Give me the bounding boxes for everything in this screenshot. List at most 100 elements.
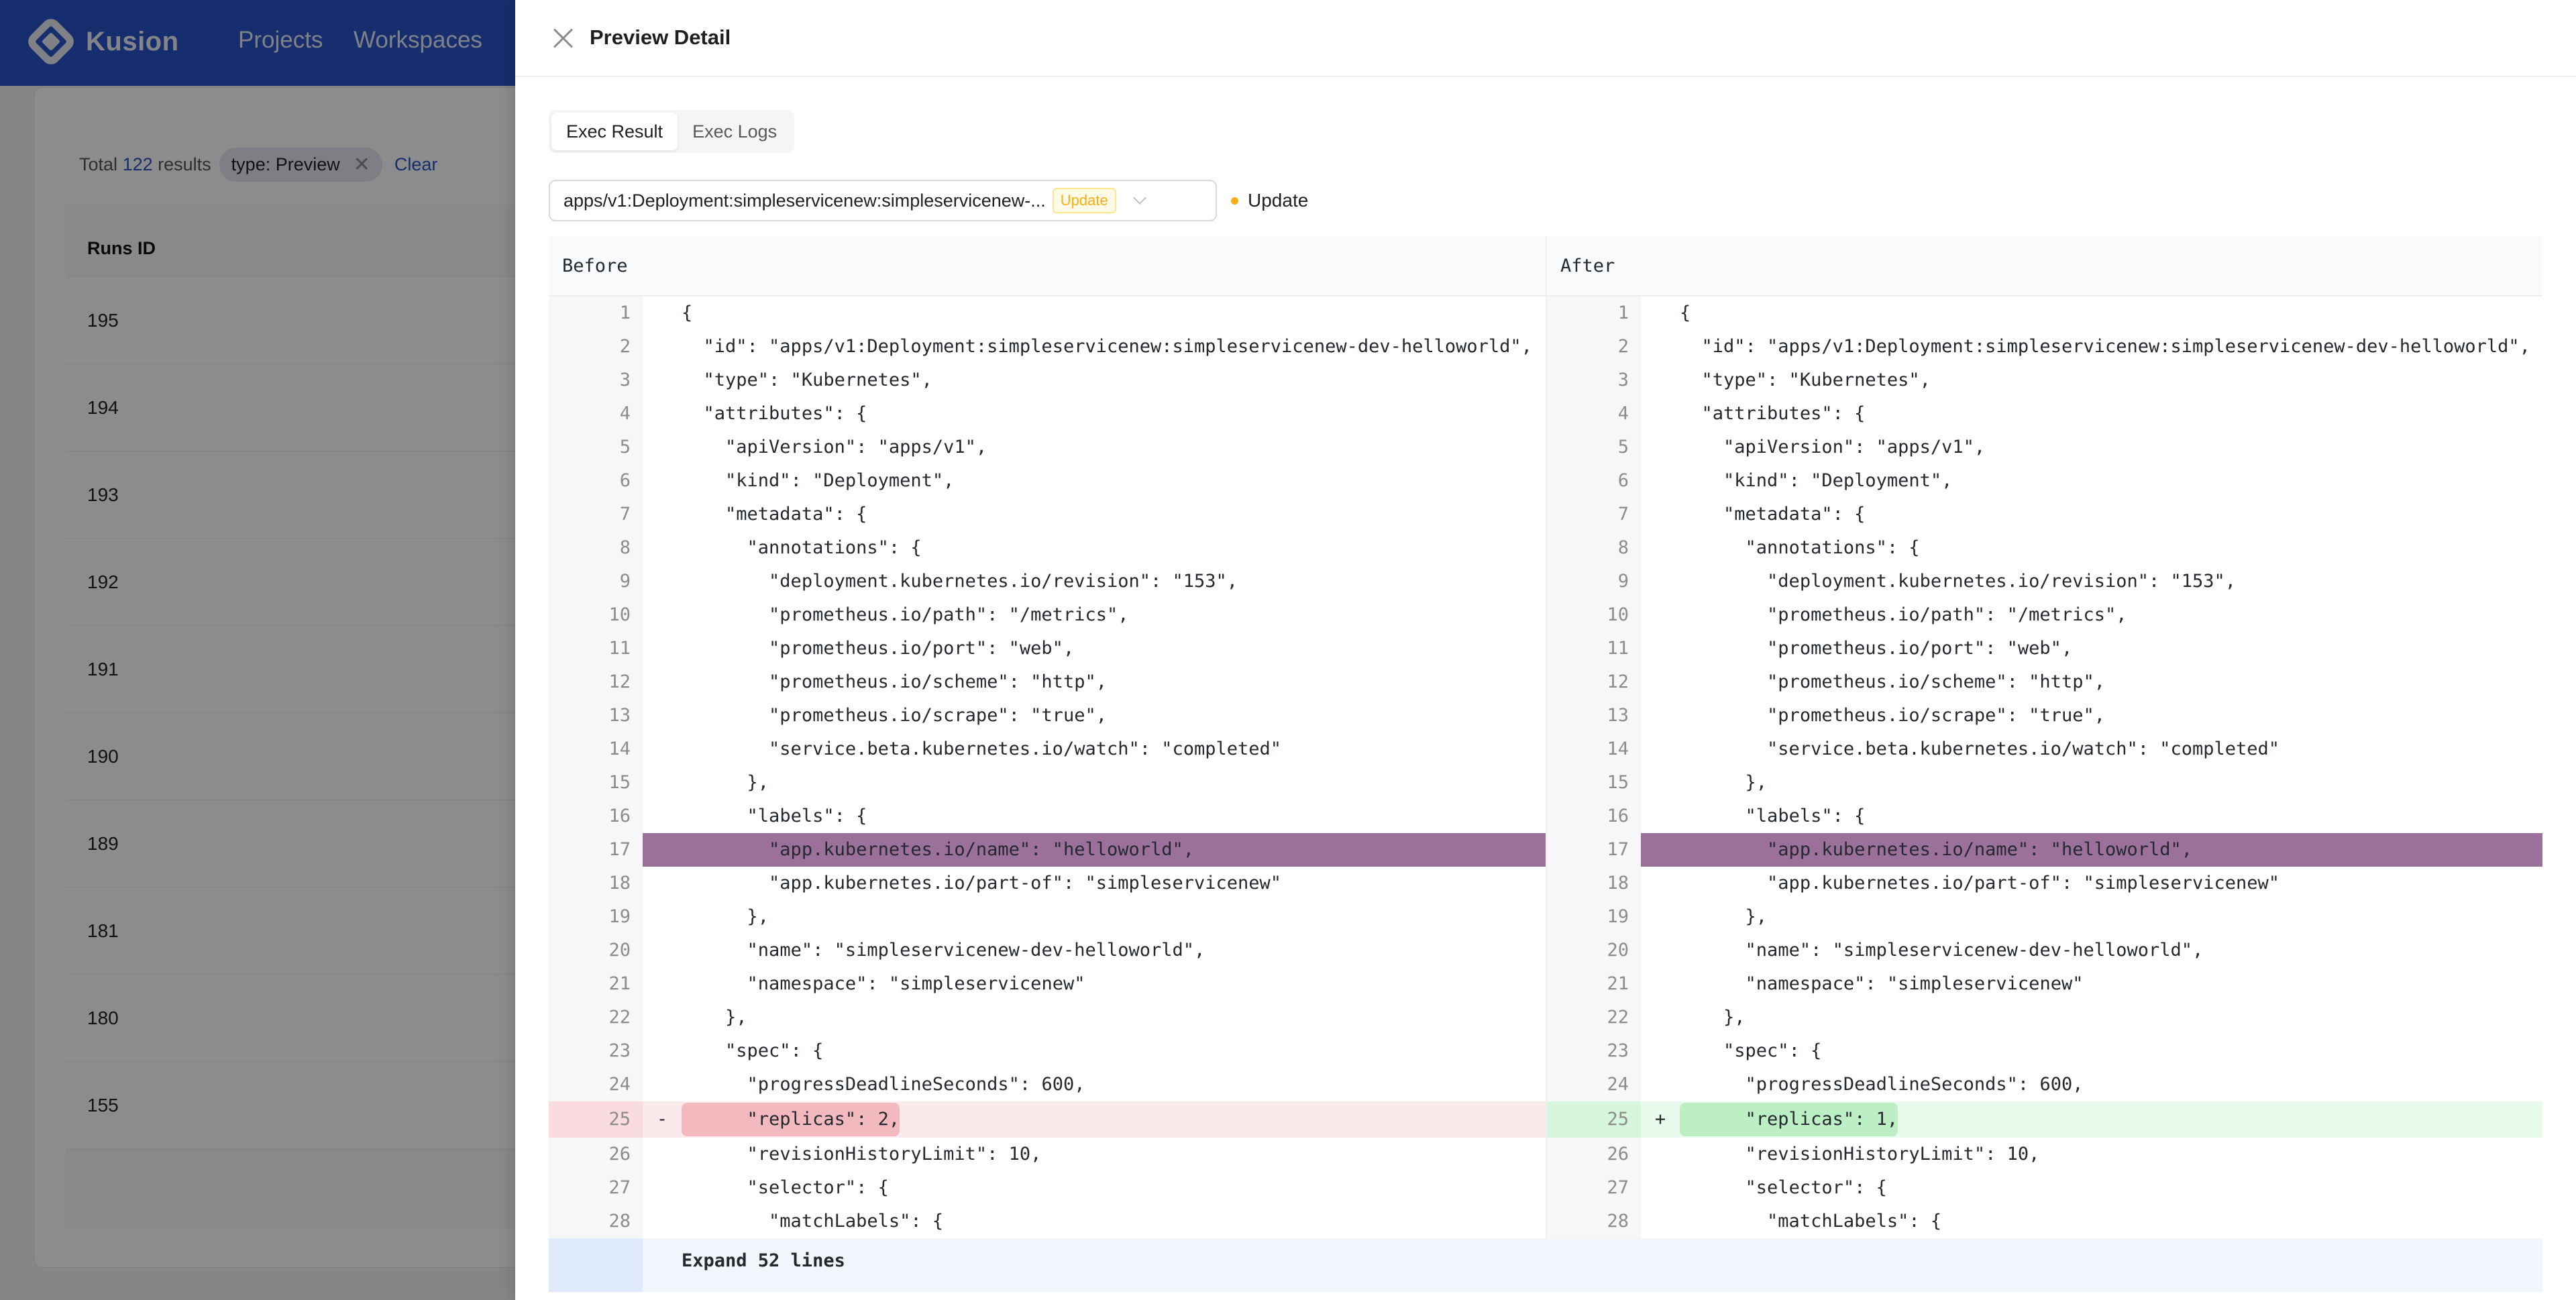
diff-line: 13 "prometheus.io/scrape": "true", — [549, 699, 1546, 733]
diff-line: 14 "service.beta.kubernetes.io/watch": "… — [549, 733, 1546, 766]
expand-lines-row[interactable]: Expand 52 lines — [549, 1238, 2542, 1292]
code-content: }, — [682, 772, 769, 793]
added-marker — [1641, 699, 1680, 733]
code-content: "metadata": { — [1680, 504, 1866, 525]
code-text: "annotations": { — [1680, 531, 2542, 565]
line-number: 27 — [1547, 1171, 1641, 1205]
removed-marker — [643, 867, 682, 900]
removed-marker: - — [656, 1109, 668, 1130]
code-content: "deployment.kubernetes.io/revision": "15… — [1680, 571, 2237, 592]
code-content: "progressDeadlineSeconds": 600, — [682, 1074, 1085, 1095]
diff-viewer: Before After 1{2 "id": "apps/v1:Deployme… — [549, 236, 2542, 1300]
diff-line: 10 "prometheus.io/path": "/metrics", — [1547, 598, 2542, 632]
code-text: "type": "Kubernetes", — [682, 364, 1546, 397]
diff-line: 9 "deployment.kubernetes.io/revision": "… — [549, 565, 1546, 598]
removed-marker — [643, 1001, 682, 1034]
line-number: 13 — [549, 699, 643, 733]
code-text: "attributes": { — [682, 397, 1546, 431]
removed-marker — [643, 900, 682, 934]
code-content: }, — [1680, 772, 1768, 793]
line-number: 23 — [549, 1034, 643, 1068]
line-number: 6 — [1547, 464, 1641, 498]
diff-line: 25- "replicas": 2, — [549, 1101, 1546, 1138]
line-number: 8 — [549, 531, 643, 565]
line-number: 25 — [1547, 1101, 1641, 1138]
code-text: "prometheus.io/port": "web", — [682, 632, 1546, 665]
added-marker — [1641, 867, 1680, 900]
line-number: 15 — [1547, 766, 1641, 800]
diff-line: 3 "type": "Kubernetes", — [549, 364, 1546, 397]
diff-line: 11 "prometheus.io/port": "web", — [1547, 632, 2542, 665]
line-number: 22 — [1547, 1001, 1641, 1034]
close-icon[interactable] — [551, 27, 574, 50]
removed-marker — [643, 665, 682, 699]
code-text: "kind": "Deployment", — [1680, 464, 2542, 498]
line-number: 1 — [549, 296, 643, 330]
removed-marker — [643, 1138, 682, 1171]
changed-code: "replicas": 1, — [1680, 1103, 1898, 1136]
line-number: 11 — [549, 632, 643, 665]
diff-line: 18 "app.kubernetes.io/part-of": "simples… — [1547, 867, 2542, 900]
code-text: }, — [682, 900, 1546, 934]
before-pane: 1{2 "id": "apps/v1:Deployment:simpleserv… — [549, 296, 1546, 1238]
chevron-down-icon — [1132, 191, 1146, 205]
tab-exec-logs[interactable]: Exec Logs — [678, 113, 792, 150]
diff-line: 28 "matchLabels": { — [549, 1205, 1546, 1238]
code-text: }, — [1680, 1001, 2542, 1034]
removed-marker — [643, 1068, 682, 1101]
code-content: "prometheus.io/scheme": "http", — [682, 671, 1107, 692]
code-content: }, — [682, 906, 769, 927]
added-marker — [1641, 632, 1680, 665]
code-content: "type": "Kubernetes", — [1680, 370, 1931, 390]
resource-select[interactable]: apps/v1:Deployment:simpleservicenew:simp… — [549, 180, 1217, 221]
diff-line: 21 "namespace": "simpleservicenew" — [549, 967, 1546, 1001]
removed-marker — [643, 531, 682, 565]
tab-exec-result[interactable]: Exec Result — [551, 113, 678, 150]
added-marker — [1641, 833, 1680, 867]
line-number: 14 — [1547, 733, 1641, 766]
code-text: "app.kubernetes.io/part-of": "simpleserv… — [682, 867, 1546, 900]
code-content: "matchLabels": { — [682, 1211, 944, 1232]
code-content: "revisionHistoryLimit": 10, — [682, 1144, 1042, 1164]
added-marker — [1641, 364, 1680, 397]
diff-line: 15 }, — [1547, 766, 2542, 800]
line-number: 21 — [549, 967, 643, 1001]
code-content: { — [1680, 303, 1691, 323]
line-number: 2 — [1547, 330, 1641, 364]
line-number: 9 — [549, 565, 643, 598]
added-marker — [1641, 1034, 1680, 1068]
code-text: "progressDeadlineSeconds": 600, — [1680, 1068, 2542, 1101]
line-number: 20 — [1547, 934, 1641, 967]
line-number: 26 — [549, 1138, 643, 1171]
code-content: "kind": "Deployment", — [682, 470, 955, 491]
line-number: 7 — [549, 498, 643, 531]
resource-select-value: apps/v1:Deployment:simpleservicenew:simp… — [564, 190, 1046, 211]
code-content: "labels": { — [1680, 806, 1866, 826]
removed-marker — [643, 1205, 682, 1238]
code-text: "prometheus.io/scheme": "http", — [1680, 665, 2542, 699]
code-text: "deployment.kubernetes.io/revision": "15… — [682, 565, 1546, 598]
removed-marker — [643, 800, 682, 833]
added-marker — [1641, 498, 1680, 531]
diff-line: 20 "name": "simpleservicenew-dev-hellowo… — [1547, 934, 2542, 967]
code-content: "prometheus.io/port": "web", — [682, 638, 1075, 659]
code-text: "prometheus.io/scheme": "http", — [682, 665, 1546, 699]
code-text: "app.kubernetes.io/part-of": "simpleserv… — [1680, 867, 2542, 900]
diff-line: 1{ — [1547, 296, 2542, 330]
code-text: "attributes": { — [1680, 397, 2542, 431]
diff-line: 23 "spec": { — [549, 1034, 1546, 1068]
added-marker — [1641, 1171, 1680, 1205]
code-content: "prometheus.io/path": "/metrics", — [1680, 604, 2127, 625]
removed-marker — [643, 699, 682, 733]
line-number: 26 — [1547, 1138, 1641, 1171]
line-number: 6 — [549, 464, 643, 498]
code-text: "namespace": "simpleservicenew" — [682, 967, 1546, 1001]
diff-line: 25 + "replicas": 1, — [1547, 1101, 2542, 1138]
expand-gutter — [549, 1238, 643, 1292]
expand-lines-button[interactable]: Expand 52 lines — [643, 1238, 845, 1292]
added-marker — [1641, 1001, 1680, 1034]
code-text: "annotations": { — [682, 531, 1546, 565]
removed-marker — [643, 464, 682, 498]
removed-marker — [643, 598, 682, 632]
removed-marker — [643, 330, 682, 364]
